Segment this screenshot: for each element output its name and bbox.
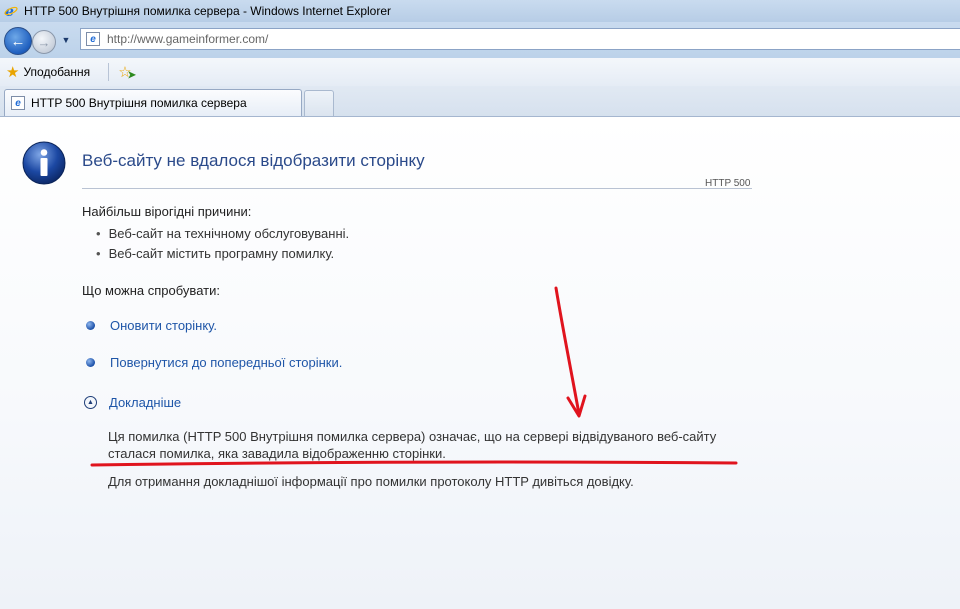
- separator: [108, 63, 109, 81]
- chevron-up-icon: ▲: [84, 396, 97, 409]
- tab-strip: e HTTP 500 Внутрішня помилка сервера: [0, 86, 960, 117]
- arrow-right-icon: →: [37, 34, 51, 50]
- info-icon: [22, 141, 66, 185]
- forward-button[interactable]: →: [32, 30, 56, 54]
- go-back-link[interactable]: Повернутися до попередньої сторінки.: [86, 355, 342, 370]
- internet-explorer-icon: e: [4, 4, 18, 18]
- plus-icon: ➤: [127, 70, 136, 81]
- help-text: Для отримання докладнішої інформації про…: [108, 474, 634, 489]
- recent-pages-button[interactable]: ▼: [60, 34, 72, 46]
- bullet-icon: [86, 358, 95, 367]
- address-url[interactable]: http://www.gameinformer.com/: [107, 32, 268, 46]
- refresh-page-label: Оновити сторінку.: [110, 318, 217, 333]
- go-back-label: Повернутися до попередньої сторінки.: [110, 355, 343, 370]
- star-icon: ★: [6, 64, 20, 81]
- error-details-text: Ця помилка (HTTP 500 Внутрішня помилка с…: [108, 429, 717, 461]
- chevron-down-icon: ▼: [61, 35, 71, 45]
- favorites-label: Уподобання: [23, 65, 91, 79]
- favorites-bar: ★ Уподобання ☆ ➤: [0, 58, 960, 87]
- list-item: Веб-сайт на технічному обслуговуванні.: [96, 224, 350, 244]
- address-bar[interactable]: e http://www.gameinformer.com/: [80, 28, 960, 50]
- tab-current[interactable]: e HTTP 500 Внутрішня помилка сервера: [4, 89, 302, 116]
- favorites-button[interactable]: ★ Уподобання: [6, 63, 90, 81]
- error-page: Веб-сайту не вдалося відобразити сторінк…: [0, 117, 960, 609]
- try-title: Що можна спробувати:: [82, 283, 220, 298]
- new-tab-button[interactable]: [304, 90, 334, 116]
- more-information-toggle[interactable]: ▲ Докладніше: [84, 395, 181, 410]
- causes-list: Веб-сайт на технічному обслуговуванні. В…: [96, 224, 350, 264]
- list-item: Веб-сайт містить програмну помилку.: [96, 244, 349, 264]
- page-icon: e: [11, 96, 25, 110]
- back-button[interactable]: ←: [4, 27, 32, 55]
- page-title: Веб-сайту не вдалося відобразити сторінк…: [82, 151, 425, 170]
- navigation-bar: ← → ▼ e http://www.gameinformer.com/: [0, 22, 960, 58]
- more-information-label: Докладніше: [109, 395, 182, 410]
- page-icon: e: [86, 32, 100, 46]
- divider: [82, 188, 752, 189]
- arrow-left-icon: ←: [10, 32, 26, 50]
- title-bar: e HTTP 500 Внутрішня помилка сервера - W…: [0, 0, 960, 22]
- tab-label: HTTP 500 Внутрішня помилка сервера: [31, 96, 247, 110]
- bullet-icon: [86, 321, 95, 330]
- causes-title: Найбільш вірогідні причини:: [82, 204, 252, 219]
- refresh-page-link[interactable]: Оновити сторінку.: [86, 318, 217, 333]
- window-title: HTTP 500 Внутрішня помилка сервера - Win…: [24, 4, 392, 18]
- add-to-favorites-button[interactable]: ☆ ➤: [116, 63, 136, 81]
